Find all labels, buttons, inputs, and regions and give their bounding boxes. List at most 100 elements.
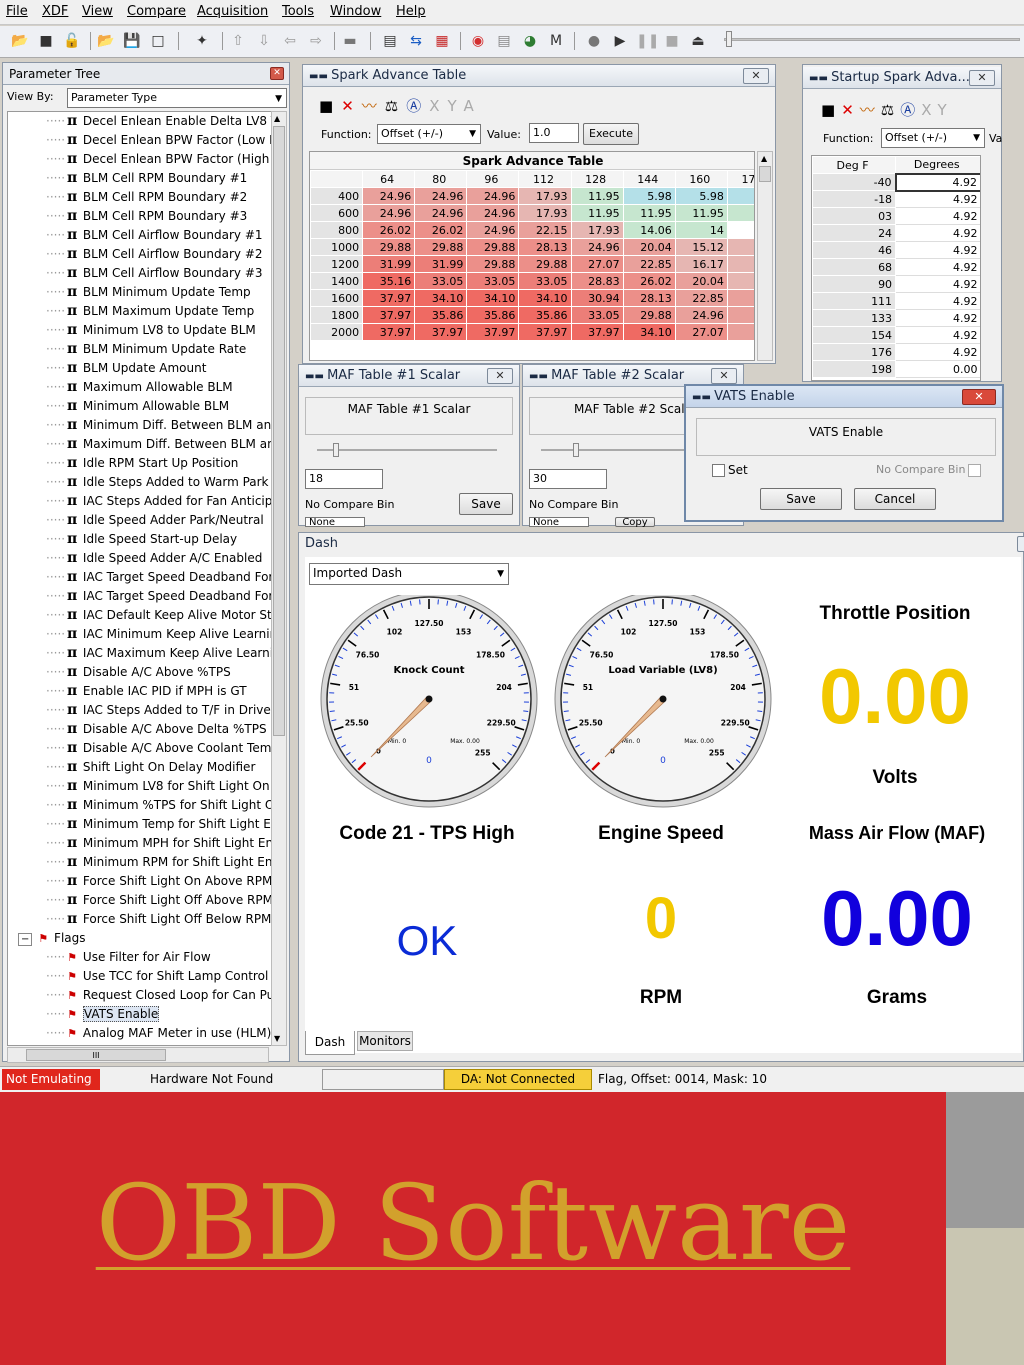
table-row[interactable]: 198 0.00 [812,360,980,378]
tree-item[interactable]: ····· π BLM Cell RPM Boundary #3 [46,207,247,226]
exit-icon[interactable]: ▦ [432,30,452,52]
table-cell[interactable]: 24.96 [414,187,468,205]
startup-table[interactable]: Deg F Degrees -40 4.92 -18 4.92 03 4.92 24 4.92 46… [812,156,980,378]
slider-thumb[interactable] [726,31,732,47]
spark-table[interactable]: 64809611212814416017640024.9624.9624.961… [310,170,754,341]
properties-icon[interactable]: ▤ [380,30,400,52]
tree-flag-item[interactable]: ····· ⚑ Request Closed Loop for Can Purge [46,986,286,1005]
tree-item[interactable]: ····· π Idle RPM Start Up Position [46,454,238,473]
table-cell[interactable]: 11.95 [570,187,624,205]
tree-item[interactable]: ····· π Idle Speed Start-up Delay [46,530,237,549]
table-row[interactable]: 176 4.92 [812,343,980,361]
tree-item[interactable]: ····· π Minimum LV8 for Shift Light On [46,777,270,796]
table-cell[interactable]: 4.92 [894,172,980,192]
table-cell[interactable]: 4.92 [895,190,980,208]
close-icon[interactable]: ✕ [962,389,996,405]
table-cell[interactable]: 24.96 [414,204,468,222]
tree-item[interactable]: ····· π IAC Target Speed Deadband For Pa [46,568,286,587]
table-row[interactable]: 140035.1633.0533.0533.0528.8326.0220.041… [310,272,754,290]
y-axis-icon[interactable]: Y [938,101,953,119]
tree-item[interactable]: ····· π Minimum %TPS for Shift Light On [46,796,282,815]
tree-item[interactable]: ····· π IAC Minimum Keep Alive Learning [46,625,285,644]
close-icon[interactable]: ✕ [969,70,995,86]
spark-table-grid[interactable]: Spark Advance Table 64 80 96 112 128 144 160 17… [309,151,755,361]
tree-item[interactable]: ····· π Minimum Diff. Between BLM and INT [46,416,286,435]
table-row[interactable]: 111 4.92 [812,292,980,310]
view-by-select[interactable]: Parameter Type ▼ [67,88,287,108]
tree-vertical-scrollbar[interactable]: ▲ ▼ [271,111,287,1046]
save-icon[interactable]: ■ [821,101,841,119]
tree-item[interactable]: ····· π BLM Cell Airflow Boundary #1 [46,226,263,245]
menu-view[interactable]: View [82,4,113,19]
swap-icon[interactable]: ⇆ [406,30,426,52]
gauge-icon[interactable]: ◕ [520,30,540,52]
menu-help[interactable]: Help [396,4,426,19]
table-cell[interactable]: 33.05 [466,272,520,290]
stop-dot-icon[interactable]: ● [584,30,604,52]
tree-item[interactable]: ····· π Minimum Temp for Shift Light Enab… [46,815,286,834]
tree-item[interactable]: ····· π BLM Cell RPM Boundary #1 [46,169,247,188]
table-cell[interactable]: 31.99 [362,255,416,273]
table-cell[interactable]: 37.97 [466,323,520,341]
table-cell[interactable]: 30.94 [570,289,624,307]
table-cell[interactable]: 4.92 [895,224,980,242]
balance-icon[interactable]: ⚖ [881,101,900,119]
tree-item[interactable]: ····· π Disable A/C Above Delta %TPS [46,720,267,739]
table-cell[interactable]: 37.97 [362,323,416,341]
table-cell[interactable]: 27.07 [674,323,728,341]
table-cell[interactable]: 33.05 [570,306,624,324]
vats-compare-checkbox[interactable] [968,464,981,477]
table-cell[interactable]: 4.92 [895,241,980,259]
table-cell[interactable]: 0.00 [895,360,980,378]
tree-item[interactable]: ····· π BLM Maximum Update Temp [46,302,254,321]
table-cell[interactable]: 4.92 [895,275,980,293]
table-cell[interactable]: 11.95 [622,204,676,222]
table-cell[interactable]: 28.83 [570,272,624,290]
scroll-down-icon[interactable]: ▼ [274,1034,280,1043]
table-row[interactable]: 40024.9624.9624.9617.9311.955.985.985 [310,187,754,205]
tree-flag-item[interactable]: ····· ⚑ Use Filter for Air Flow [46,948,211,967]
arrow-up-icon[interactable]: ⇧ [228,30,248,52]
graph-icon[interactable]: 〰 [362,97,385,115]
stop-icon[interactable]: ■ [662,30,682,52]
tree-item[interactable]: ····· π IAC Maximum Keep Alive Learning T [46,644,286,663]
menu-tools[interactable]: Tools [282,4,314,19]
table-row[interactable]: 60024.9624.9624.9617.9311.9511.9511.9511 [310,204,754,222]
tree-item[interactable]: ····· π Maximum Allowable BLM [46,378,233,397]
table-cell[interactable]: 33.05 [518,272,572,290]
table-cell[interactable]: 26.02 [362,221,416,239]
tree-item[interactable]: ····· π BLM Cell RPM Boundary #2 [46,188,247,207]
table-cell[interactable]: 35.86 [518,306,572,324]
table-row[interactable]: -40 4.92 [812,172,980,192]
table-row[interactable]: 24 4.92 [812,224,980,242]
table-cell[interactable]: 34.10 [414,289,468,307]
table-cell[interactable]: 24.96 [466,221,520,239]
table-cell[interactable]: 15 [726,238,754,256]
delete-icon[interactable]: ✕ [841,101,860,119]
maf1-slider[interactable] [317,449,497,451]
slider-thumb[interactable] [573,443,579,457]
tree-item[interactable]: ····· π Decel Enlean BPW Factor (High DRF [46,150,286,169]
tree-item[interactable]: ····· π Shift Light On Delay Modifier [46,758,255,777]
maf1-value-input[interactable]: 18 [305,469,383,489]
tree-item[interactable]: ····· π BLM Minimum Update Rate [46,340,246,359]
tree-item[interactable]: ····· π Idle Steps Added to Warm Park Pos [46,473,286,492]
play-icon[interactable]: ▶ [610,30,630,52]
scroll-thumb[interactable]: III [26,1049,166,1061]
table-cell[interactable]: 34.10 [518,289,572,307]
table-row[interactable]: 180037.9735.8635.8635.8633.0529.8824.962… [310,306,754,324]
scroll-thumb[interactable] [273,126,285,736]
tree-item[interactable]: ····· π IAC Steps Added to T/F in Drive [46,701,271,720]
tree-item[interactable]: ····· π Idle Speed Adder Park/Neutral [46,511,264,530]
table-cell[interactable]: 24.96 [466,204,520,222]
table-row[interactable]: 200037.9737.9737.9737.9737.9734.1027.072… [310,323,754,341]
tree-item[interactable]: ····· π Disable A/C Above Coolant Temp [46,739,279,758]
table-cell[interactable]: 21 [726,289,754,307]
save-bin-icon[interactable]: 💾 [122,30,142,52]
table-cell[interactable]: 29.88 [414,238,468,256]
tree-item[interactable]: ····· π Minimum LV8 to Update BLM [46,321,256,340]
table-cell[interactable]: 24.96 [466,187,520,205]
tree-item[interactable]: ····· π Maximum Diff. Between BLM and IN [46,435,286,454]
record-icon[interactable]: ◉ [468,30,488,52]
parameter-tree[interactable]: ····· π Decel Enlean Enable Delta LV8 Thr… [7,111,287,1046]
